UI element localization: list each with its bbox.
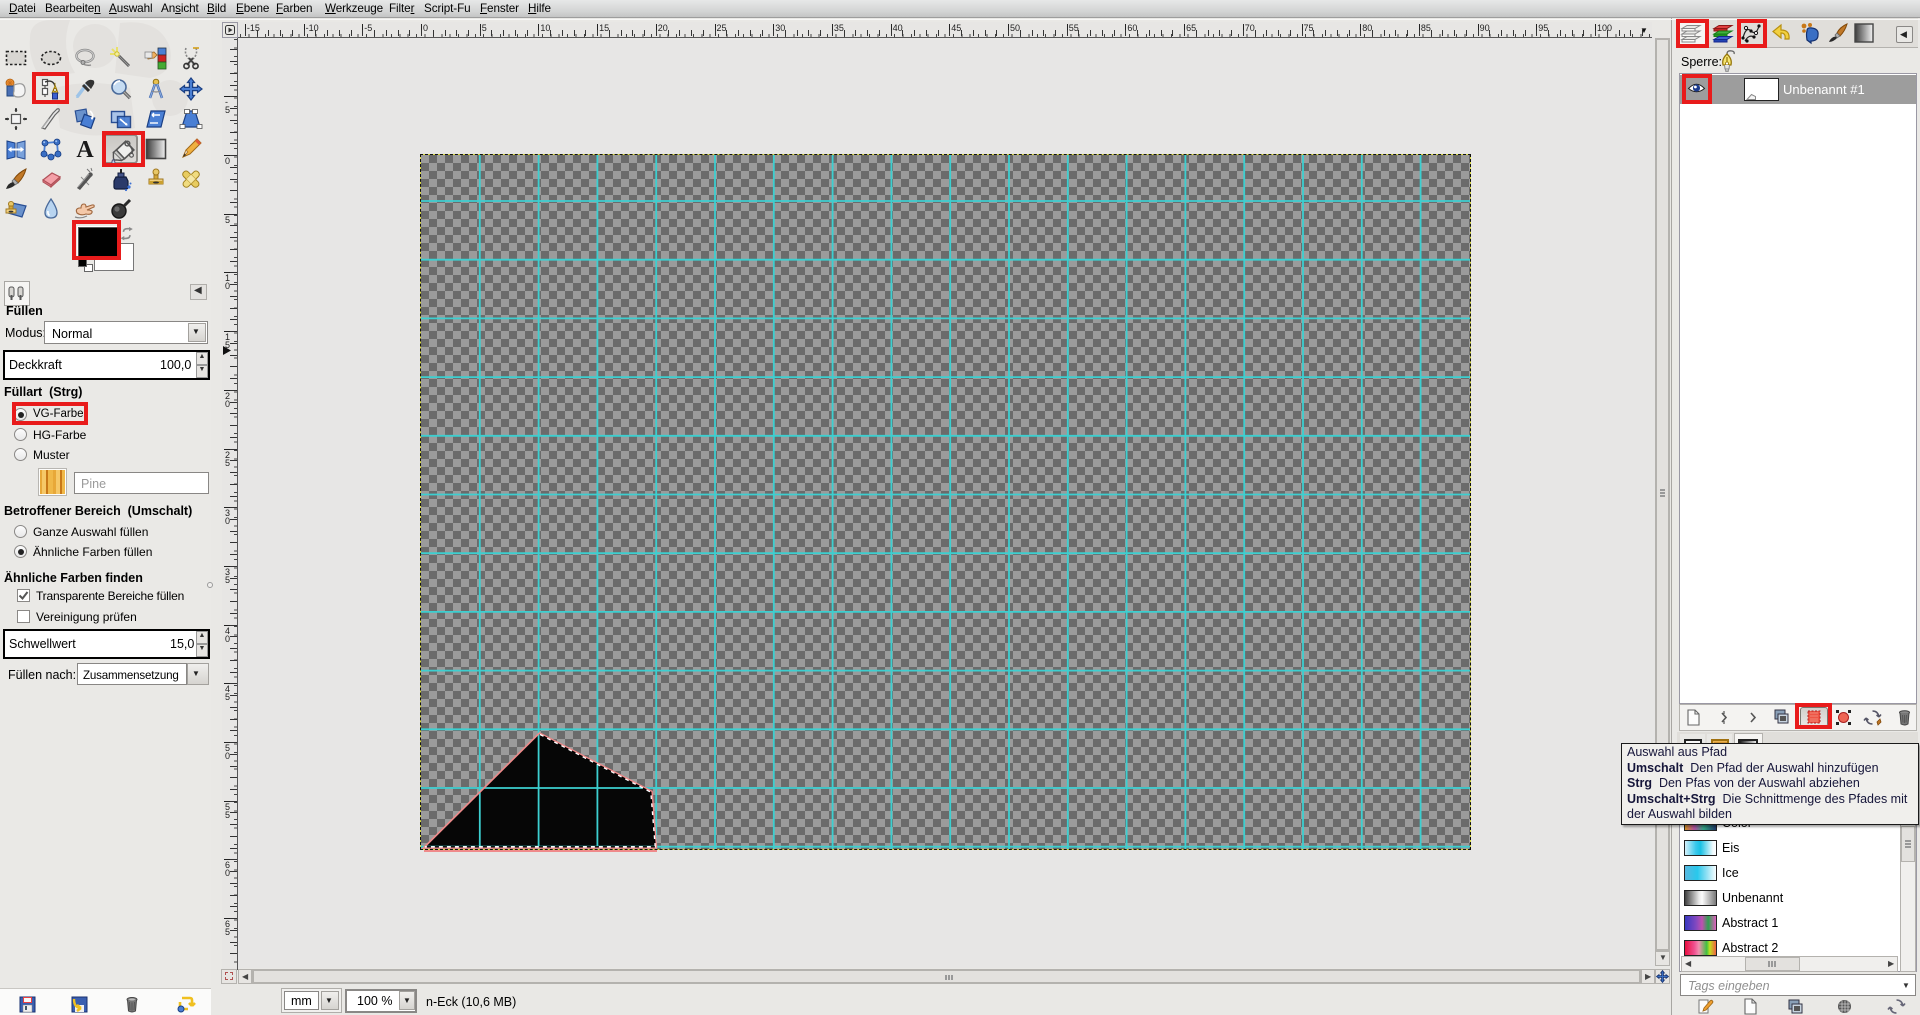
svg-text:A: A bbox=[76, 137, 94, 163]
